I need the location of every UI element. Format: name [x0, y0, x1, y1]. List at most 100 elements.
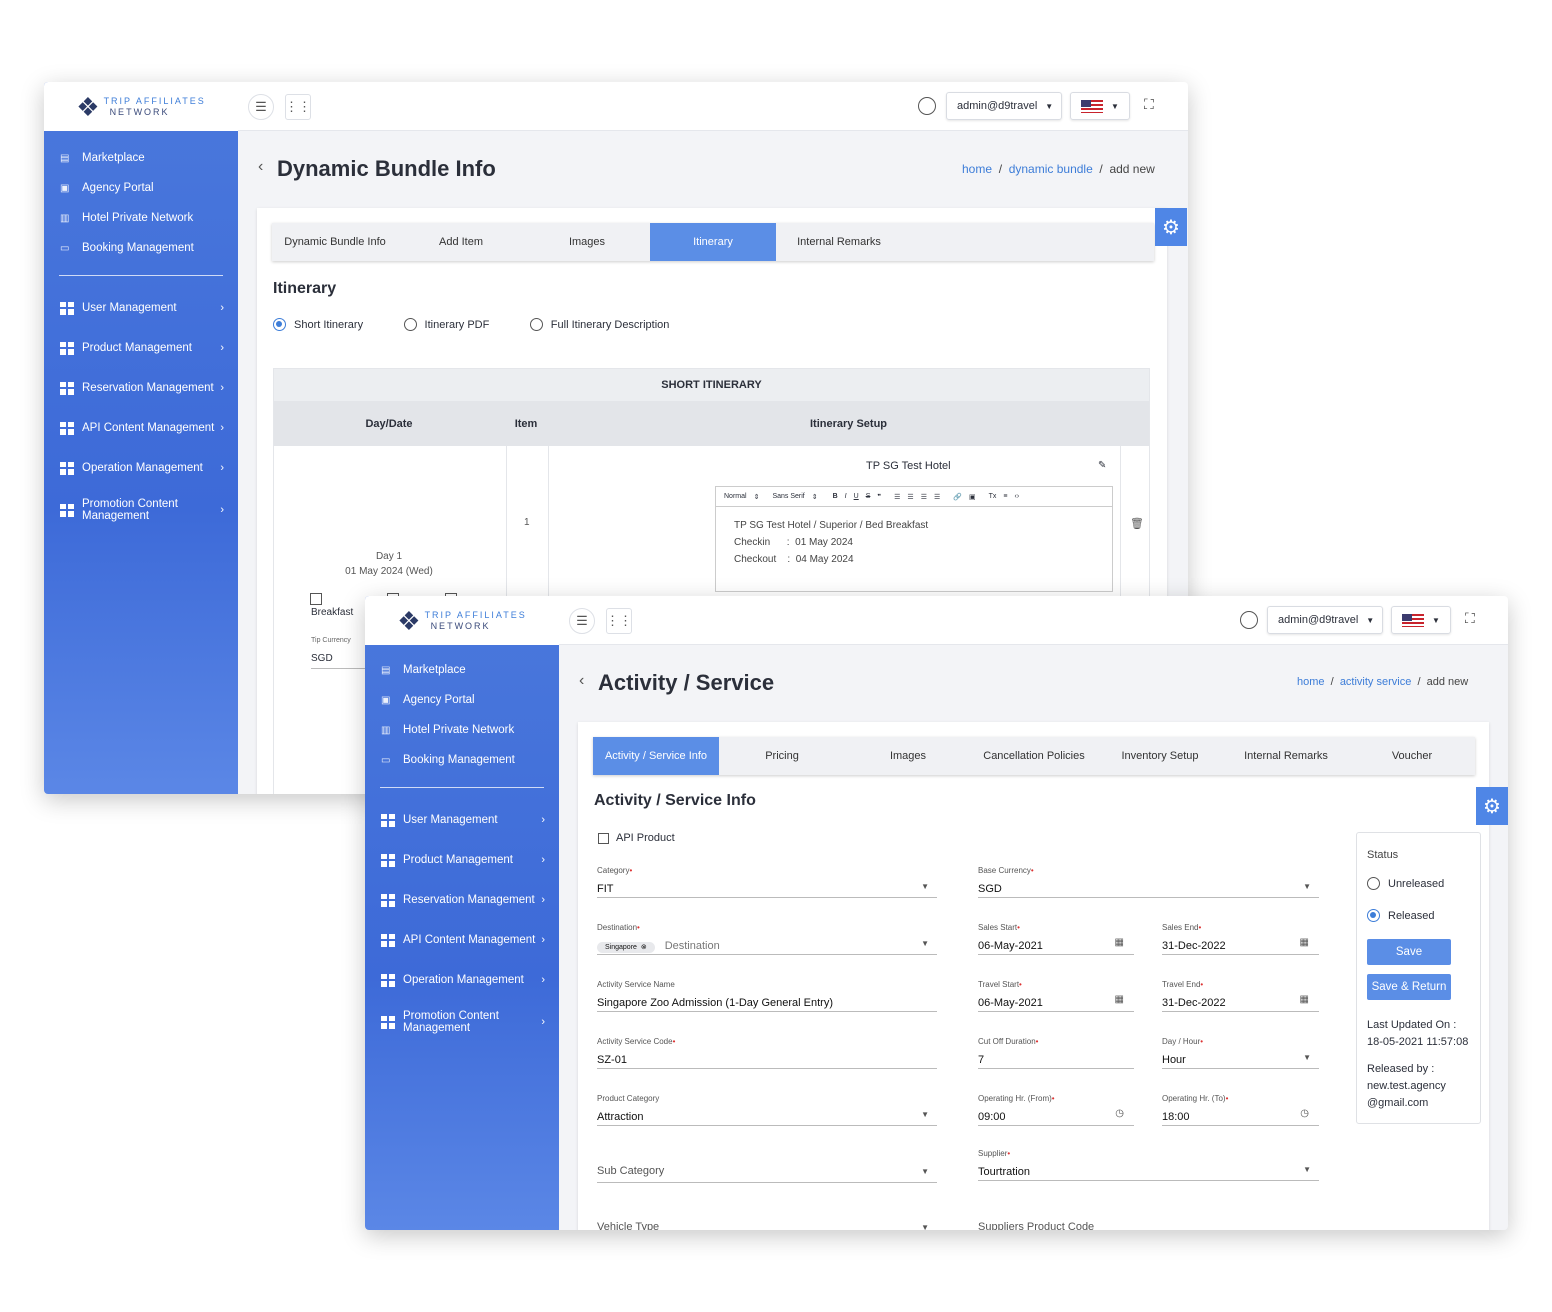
- clock-icon[interactable]: ◷: [1300, 1108, 1309, 1119]
- menu-booking-management[interactable]: ▭ Booking Management: [365, 745, 559, 775]
- edit-icon[interactable]: ✎: [1098, 460, 1106, 471]
- apps-grid-icon[interactable]: ⋮⋮: [285, 94, 311, 120]
- logo[interactable]: ❖ TRIP AFFILIATES NETWORK: [365, 596, 559, 645]
- tab-internal-remarks[interactable]: Internal Remarks: [776, 223, 902, 261]
- menu-agency-portal[interactable]: ▣ Agency Portal: [365, 685, 559, 715]
- menu-api-content-management[interactable]: API Content Management ›: [365, 920, 559, 960]
- travel-start-field[interactable]: Travel Start• 06-May-2021 ▦: [978, 978, 1134, 1012]
- menu-marketplace[interactable]: ▤ Marketplace: [365, 655, 559, 685]
- link-icon[interactable]: 🔗: [953, 493, 962, 501]
- save-button[interactable]: Save: [1367, 939, 1451, 965]
- menu-user-management[interactable]: User Management ›: [365, 800, 559, 840]
- calendar-icon[interactable]: ▦: [1115, 994, 1124, 1005]
- tip-currency-field[interactable]: SGD: [311, 653, 371, 669]
- breadcrumb-activity-service[interactable]: activity service: [1340, 676, 1412, 688]
- align-icon[interactable]: ≡: [1003, 493, 1007, 500]
- category-select[interactable]: Category• FIT ▼: [597, 864, 937, 898]
- tab-images[interactable]: Images: [845, 737, 971, 775]
- menu-hotel-private-network[interactable]: ▥ Hotel Private Network: [44, 203, 238, 233]
- rich-text-editor[interactable]: Normal ⇕ Sans Serif ⇕ B I U S ❞ ☰ ☰ ☰ ☰ 🔗 ▣ Tx ≡ ‹› TP …: [715, 486, 1113, 592]
- user-icon[interactable]: [1240, 611, 1258, 629]
- user-icon[interactable]: [918, 97, 936, 115]
- sales-start-field[interactable]: Sales Start• 06-May-2021 ▦: [978, 921, 1134, 955]
- menu-product-management[interactable]: Product Management ›: [44, 328, 238, 368]
- menu-hotel-private-network[interactable]: ▥ Hotel Private Network: [365, 715, 559, 745]
- radio-released[interactable]: Released: [1367, 909, 1434, 922]
- clock-icon[interactable]: ◷: [1115, 1108, 1124, 1119]
- tab-activity-service-info[interactable]: Activity / Service Info: [593, 737, 719, 775]
- apps-grid-icon[interactable]: ⋮⋮: [606, 608, 632, 634]
- code-icon[interactable]: ‹›: [1014, 493, 1019, 500]
- vehicle-type-select[interactable]: Vehicle Type ▼: [597, 1205, 937, 1230]
- suppliers-product-code-field[interactable]: Suppliers Product Code: [978, 1205, 1319, 1230]
- tab-internal-remarks[interactable]: Internal Remarks: [1223, 737, 1349, 775]
- tab-voucher[interactable]: Voucher: [1349, 737, 1475, 775]
- tab-pricing[interactable]: Pricing: [719, 737, 845, 775]
- destination-chip[interactable]: Singapore ⊗: [597, 942, 655, 953]
- operating-hour-to-field[interactable]: Operating Hr. (To)• 18:00 ◷: [1162, 1092, 1319, 1126]
- fullscreen-icon[interactable]: ⛶: [1144, 96, 1154, 113]
- day-hour-select[interactable]: Day / Hour• Hour ▼: [1162, 1035, 1319, 1069]
- settings-gear-icon[interactable]: ⚙: [1155, 208, 1187, 246]
- language-dropdown[interactable]: ▼: [1391, 606, 1451, 634]
- tab-dynamic-bundle-info[interactable]: Dynamic Bundle Info: [272, 223, 398, 261]
- bullet-list-icon[interactable]: ☰: [907, 493, 913, 501]
- user-dropdown[interactable]: admin@d9travel ▼: [946, 92, 1062, 120]
- back-icon[interactable]: ‹: [579, 672, 584, 690]
- radio-itinerary-pdf[interactable]: Itinerary PDF: [403, 318, 489, 331]
- radio-full-itinerary[interactable]: Full Itinerary Description: [529, 318, 669, 331]
- menu-user-management[interactable]: User Management ›: [44, 288, 238, 328]
- base-currency-select[interactable]: Base Currency• SGD ▼: [978, 864, 1319, 898]
- menu-marketplace[interactable]: ▤ Marketplace: [44, 143, 238, 173]
- back-icon[interactable]: ‹: [258, 158, 263, 176]
- user-dropdown[interactable]: admin@d9travel ▼: [1267, 606, 1383, 634]
- bold-icon[interactable]: B: [833, 493, 838, 500]
- menu-promotion-content-management[interactable]: Promotion Content Management ›: [44, 488, 238, 532]
- breadcrumb-home[interactable]: home: [962, 162, 992, 176]
- supplier-select[interactable]: Supplier• Tourtration ▼: [978, 1147, 1319, 1181]
- strike-icon[interactable]: S: [866, 493, 871, 500]
- api-product-checkbox[interactable]: API Product: [598, 832, 675, 844]
- operating-hour-from-field[interactable]: Operating Hr. (From)• 09:00 ◷: [978, 1092, 1134, 1126]
- tab-add-item[interactable]: Add Item: [398, 223, 524, 261]
- hamburger-icon[interactable]: ☰: [569, 608, 595, 634]
- image-icon[interactable]: ▣: [969, 493, 976, 501]
- font-select[interactable]: Sans Serif: [772, 493, 804, 500]
- radio-unreleased[interactable]: Unreleased: [1367, 877, 1444, 890]
- outdent-icon[interactable]: ☰: [934, 493, 940, 501]
- travel-end-field[interactable]: Travel End• 31-Dec-2022 ▦: [1162, 978, 1319, 1012]
- destination-select[interactable]: Destination• Singapore ⊗ Destination ▼: [597, 921, 937, 955]
- settings-gear-icon[interactable]: ⚙: [1476, 787, 1508, 825]
- close-icon[interactable]: ⊗: [641, 944, 647, 951]
- tab-images[interactable]: Images: [524, 223, 650, 261]
- ordered-list-icon[interactable]: ☰: [894, 493, 900, 501]
- radio-short-itinerary[interactable]: Short Itinerary: [273, 318, 363, 331]
- breakfast-checkbox[interactable]: [310, 593, 322, 605]
- quote-icon[interactable]: ❞: [877, 493, 881, 501]
- calendar-icon[interactable]: ▦: [1300, 937, 1309, 948]
- save-return-button[interactable]: Save & Return: [1367, 974, 1451, 1000]
- hamburger-icon[interactable]: ☰: [248, 94, 274, 120]
- menu-reservation-management[interactable]: Reservation Management ›: [44, 368, 238, 408]
- breadcrumb-home[interactable]: home: [1297, 676, 1325, 688]
- sub-category-select[interactable]: Sub Category ▼: [597, 1149, 937, 1183]
- tab-inventory-setup[interactable]: Inventory Setup: [1097, 737, 1223, 775]
- menu-reservation-management[interactable]: Reservation Management ›: [365, 880, 559, 920]
- sales-end-field[interactable]: Sales End• 31-Dec-2022 ▦: [1162, 921, 1319, 955]
- delete-icon[interactable]: 🗑: [1130, 517, 1144, 530]
- clear-format-icon[interactable]: Tx: [989, 493, 997, 500]
- calendar-icon[interactable]: ▦: [1300, 994, 1309, 1005]
- activity-service-name-field[interactable]: Activity Service Name Singapore Zoo Admis…: [597, 978, 937, 1012]
- menu-operation-management[interactable]: Operation Management ›: [365, 960, 559, 1000]
- italic-icon[interactable]: I: [845, 493, 847, 500]
- fullscreen-icon[interactable]: ⛶: [1465, 610, 1475, 627]
- calendar-icon[interactable]: ▦: [1115, 937, 1124, 948]
- menu-product-management[interactable]: Product Management ›: [365, 840, 559, 880]
- indent-icon[interactable]: ☰: [921, 493, 927, 501]
- logo[interactable]: ❖ TRIP AFFILIATES NETWORK: [44, 82, 238, 131]
- menu-api-content-management[interactable]: API Content Management ›: [44, 408, 238, 448]
- cut-off-duration-field[interactable]: Cut Off Duration• 7: [978, 1035, 1134, 1069]
- menu-promotion-content-management[interactable]: Promotion Content Management ›: [365, 1000, 559, 1044]
- tab-itinerary[interactable]: Itinerary: [650, 223, 776, 261]
- underline-icon[interactable]: U: [854, 493, 859, 500]
